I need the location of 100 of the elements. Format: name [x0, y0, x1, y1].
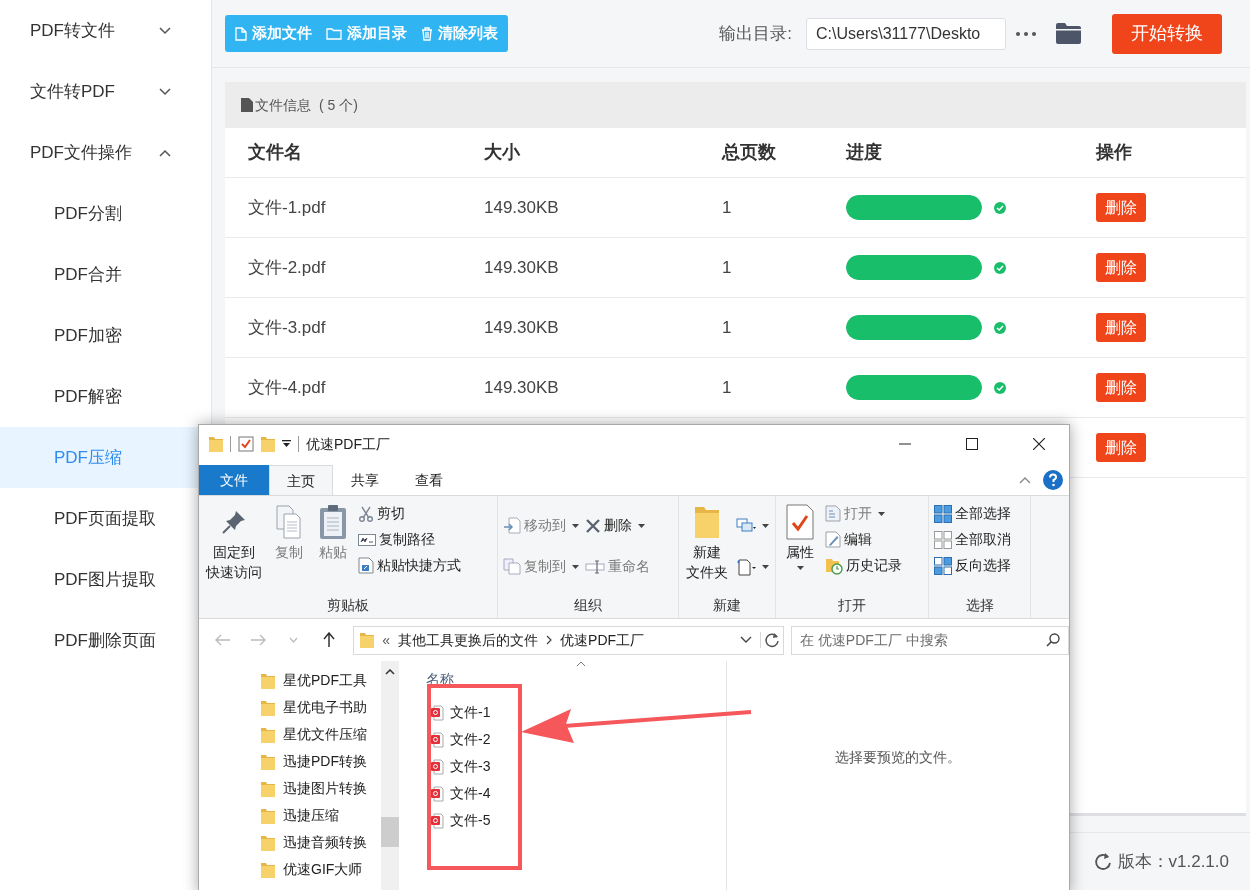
pdf-file-icon: [431, 758, 444, 775]
shortcut-icon: [358, 557, 374, 574]
output-label: 输出目录:: [719, 22, 792, 45]
properties-icon: [785, 502, 815, 542]
ribbon-group-label: 打开: [838, 595, 866, 615]
ribbon-button[interactable]: 复制路径: [358, 528, 461, 551]
ribbon-button[interactable]: 粘贴快捷方式: [358, 554, 461, 577]
search-field[interactable]: 在 优速PDF工厂 中搜索: [790, 625, 1069, 655]
file-menu-tab[interactable]: 文件: [199, 465, 269, 495]
ribbon-tab[interactable]: 主页: [269, 465, 333, 496]
sidebar-item[interactable]: PDF解密: [0, 366, 198, 427]
delete-button[interactable]: 删除: [1096, 193, 1146, 222]
dropdown-icon: [282, 440, 291, 448]
window-title: 优速PDF工厂: [306, 434, 390, 454]
ribbon-button[interactable]: 编辑: [825, 528, 902, 551]
ribbon-button[interactable]: 属性: [781, 502, 819, 570]
ribbon-button[interactable]: 剪切: [358, 502, 461, 525]
scroll-up-icon: [385, 669, 395, 675]
open-icon: [825, 505, 841, 522]
nav-item[interactable]: 迅捷压缩: [261, 802, 381, 829]
sidebar-item[interactable]: PDF删除页面: [0, 610, 198, 671]
nav-item[interactable]: 迅捷图片转换: [261, 775, 381, 802]
ribbon-button[interactable]: 历史记录: [825, 554, 902, 577]
nav-item[interactable]: 星优文件压缩: [261, 721, 381, 748]
folder-icon: [326, 27, 342, 40]
file-size: 149.30KB: [484, 197, 559, 217]
page-count: 1: [722, 317, 732, 337]
scissors-icon: [358, 505, 374, 522]
ribbon-button[interactable]: 删除: [585, 514, 650, 537]
help-icon: [1043, 470, 1063, 490]
file-item[interactable]: 文件-1: [431, 699, 726, 726]
breadcrumb[interactable]: 其他工具更换后的文件: [398, 629, 539, 651]
scrollbar[interactable]: [381, 661, 399, 890]
ribbon-group-label: 组织: [574, 595, 602, 615]
clipboard-icon: [318, 502, 348, 542]
nav-item[interactable]: 迅捷音频转换: [261, 829, 381, 856]
file-name: 文件-1.pdf: [248, 197, 326, 217]
column-header: 总页数: [722, 141, 777, 164]
delete-icon: [585, 517, 601, 534]
sidebar-item[interactable]: PDF图片提取: [0, 549, 198, 610]
folder-icon: [261, 699, 275, 716]
select-all-icon: [934, 504, 952, 523]
sidebar-item[interactable]: 文件转PDF: [0, 61, 211, 122]
nav-item[interactable]: 星优电子书助: [261, 694, 381, 721]
ribbon-button[interactable]: 新建 文件夹: [684, 502, 730, 582]
folder-icon: [261, 436, 275, 452]
move-icon: [503, 517, 521, 534]
chevron-up-icon: [1019, 476, 1031, 484]
nav-item[interactable]: 迅捷PDF转换: [261, 748, 381, 775]
delete-button[interactable]: 删除: [1096, 313, 1146, 342]
ribbon-button[interactable]: 全部取消: [934, 528, 1011, 551]
sidebar-item[interactable]: PDF转文件: [0, 0, 211, 61]
delete-button[interactable]: 删除: [1096, 253, 1146, 282]
delete-button[interactable]: 删除: [1096, 433, 1146, 462]
sidebar-item[interactable]: PDF分割: [0, 183, 198, 244]
ribbon-tab[interactable]: 查看: [397, 465, 461, 496]
ribbon-tab[interactable]: 共享: [333, 465, 397, 496]
ribbon-button[interactable]: 反向选择: [934, 554, 1011, 577]
page-count: 1: [722, 377, 732, 397]
ribbon-button[interactable]: 固定到 快速访问: [204, 502, 264, 582]
close-icon: [1033, 438, 1045, 450]
page-count: 1: [722, 257, 732, 277]
folder-icon: [360, 632, 375, 648]
delete-button[interactable]: 删除: [1096, 373, 1146, 402]
trash-icon: [421, 26, 433, 41]
folder-icon: [261, 807, 275, 824]
pdf-file-icon: [431, 704, 444, 721]
file-count: ( 5 个): [319, 95, 358, 115]
sidebar-item[interactable]: PDF文件操作: [0, 122, 211, 183]
folder-icon: [261, 834, 275, 851]
column-header: 操作: [1096, 141, 1133, 164]
pdf-file-icon: [431, 785, 444, 802]
file-item[interactable]: 文件-4: [431, 780, 726, 807]
start-button[interactable]: 开始转换: [1112, 13, 1222, 54]
file-item[interactable]: 文件-5: [431, 807, 726, 834]
sidebar-item[interactable]: PDF页面提取: [0, 488, 198, 549]
preview-message: 选择要预览的文件。: [835, 747, 961, 767]
breadcrumb[interactable]: 优速PDF工厂: [560, 629, 645, 651]
column-header: 进度: [846, 141, 883, 164]
rename-icon: [585, 559, 605, 574]
sidebar-item[interactable]: PDF加密: [0, 305, 198, 366]
output-path-field[interactable]: C:\Users\31177\Deskto: [806, 17, 1006, 50]
file-item[interactable]: 文件-3: [431, 753, 726, 780]
address-bar[interactable]: « 其他工具更换后的文件 优速PDF工厂: [353, 625, 784, 655]
folder-icon: [261, 861, 275, 878]
sidebar-item[interactable]: PDF合并: [0, 244, 198, 305]
nav-item[interactable]: 星优PDF工具: [261, 667, 381, 694]
folder-icon[interactable]: [1056, 23, 1081, 44]
file-item[interactable]: 文件-2: [431, 726, 726, 753]
back-button[interactable]: [213, 634, 233, 646]
ribbon-group-label: 剪贴板: [327, 595, 369, 615]
nav-item[interactable]: 优速GIF大师: [261, 856, 381, 883]
page-count: 1: [722, 197, 732, 217]
file-size: 149.30KB: [484, 377, 559, 397]
pdf-file-icon: [431, 731, 444, 748]
scrollbar-thumb[interactable]: [381, 817, 399, 847]
ribbon-button[interactable]: 全部选择: [934, 502, 1011, 525]
column-header: 文件名: [248, 141, 303, 164]
copy-icon: [274, 502, 304, 542]
version-text: 版本：v1.2.1.0: [1117, 850, 1229, 873]
